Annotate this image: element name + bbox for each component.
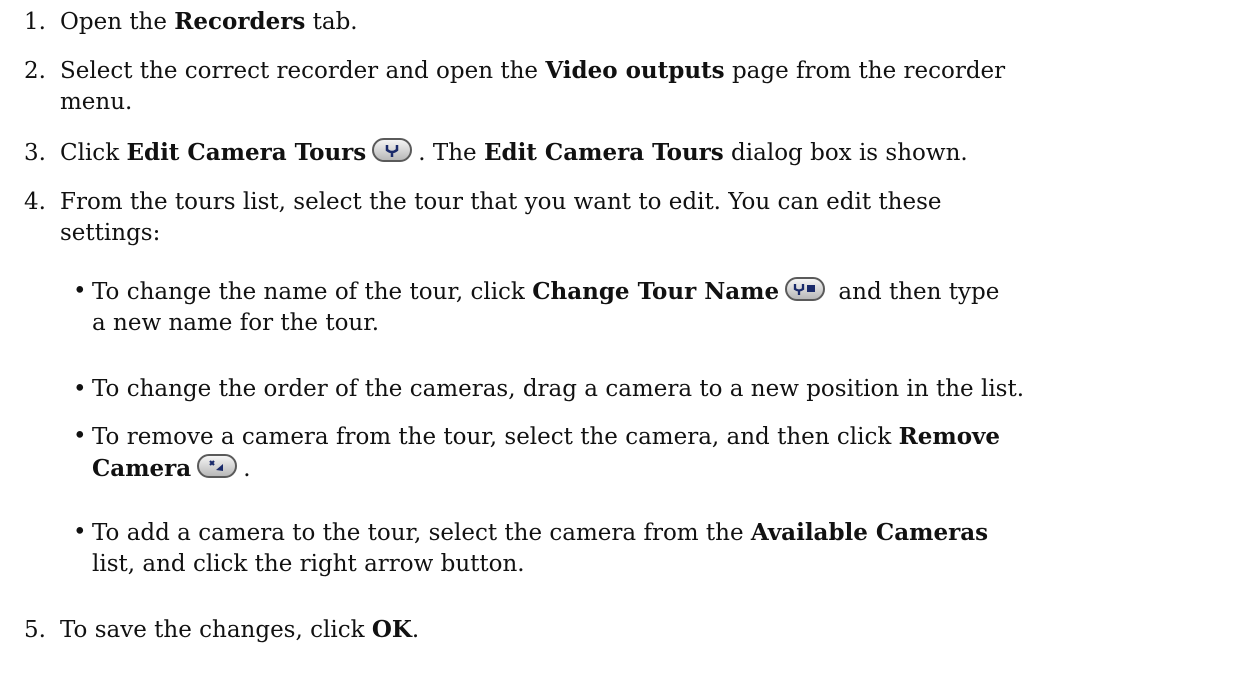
recorders-tab-label: Recorders: [174, 8, 306, 35]
edit-camera-tours-icon: [372, 138, 413, 162]
step-text: . The: [418, 140, 484, 166]
bullet-change-order: • To change the order of the cameras, dr…: [73, 374, 1213, 405]
bullet-text: To change the order of the cameras, drag…: [92, 376, 1025, 402]
change-tour-name-icon: [785, 277, 826, 301]
step-continuation: settings:: [60, 220, 161, 246]
available-cameras-label: Available Cameras: [750, 519, 989, 546]
bullet-text-part: To add a camera to the tour, select the …: [92, 520, 751, 546]
step-text: tab.: [305, 9, 358, 35]
bullet-text: To remove a camera from the tour, select…: [73, 421, 1213, 485]
edit-camera-tours-label: Edit Camera Tours: [126, 139, 367, 166]
video-outputs-label: Video outputs: [545, 57, 725, 84]
step-text: To save the changes, click: [60, 617, 372, 643]
camera-label: Camera: [92, 455, 192, 482]
bullet-dot: •: [73, 423, 87, 449]
step-text: Open the: [60, 9, 175, 35]
step-number: 5.: [24, 617, 46, 643]
remove-label: Remove: [898, 423, 1001, 450]
step-text: Select the correct recorder and open the: [60, 58, 546, 84]
bullet-remove-camera: • To remove a camera from the tour, sele…: [73, 421, 1213, 485]
ok-label: OK: [371, 616, 412, 643]
step-4: 4. From the tours list, select the tour t…: [24, 187, 1214, 249]
bullet-text-part: To remove a camera from the tour, select…: [92, 424, 899, 450]
step-number: 3.: [24, 140, 46, 166]
step-number: 2.: [24, 58, 46, 84]
step-text: Click: [60, 140, 127, 166]
step-3: 3. Click Edit Camera Tours. The Edit Came…: [24, 137, 1214, 169]
bullet-text: To add a camera to the tour, select the …: [73, 517, 1213, 580]
instruction-document: 1. Open the Recorders tab. 2. Select the c…: [0, 0, 1233, 683]
step-text: dialog box is shown.: [723, 140, 968, 166]
change-tour-name-label: Change Tour Name: [532, 278, 780, 305]
bullet-change-name: • To change the name of the tour, click …: [73, 276, 1213, 339]
bullet-continuation: a new name for the tour.: [92, 310, 380, 336]
bullet-add-camera: • To add a camera to the tour, select th…: [73, 517, 1213, 580]
step-number: 4.: [24, 189, 46, 215]
bullet-dot: •: [73, 376, 87, 402]
edit-camera-tours-dialog-label: Edit Camera Tours: [483, 139, 724, 166]
bullet-dot: •: [73, 519, 87, 545]
step-continuation: menu.: [60, 89, 133, 115]
step-text: page from the recorder: [724, 58, 1006, 84]
step-number: 1.: [24, 9, 46, 35]
step-text: .: [411, 617, 420, 643]
bullet-dot: •: [73, 278, 87, 304]
step-2: 2. Select the correct recorder and open t…: [24, 55, 1214, 118]
step-text: From the tours list, select the tour tha…: [60, 189, 942, 215]
step-1: 1. Open the Recorders tab.: [24, 6, 1214, 38]
bullet-text-part: .: [243, 456, 251, 482]
bullet-continuation: list, and click the right arrow button.: [92, 551, 525, 577]
remove-camera-icon: [197, 454, 238, 478]
step-5: 5. To save the changes, click OK.: [24, 614, 1214, 646]
bullet-text-part: To change the name of the tour, click: [92, 279, 533, 305]
bullet-text: To change the name of the tour, click Ch…: [73, 276, 1213, 339]
bullet-text-part: and then type: [831, 279, 1000, 305]
